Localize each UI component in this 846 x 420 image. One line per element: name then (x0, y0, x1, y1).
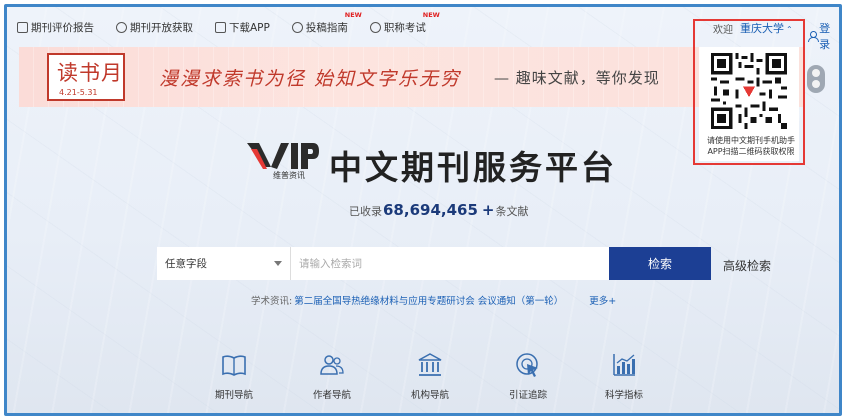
banner-tagline: — 趣味文献，等你发现 (494, 69, 660, 87)
grad-cap-icon (369, 21, 381, 33)
nav-label: 科学指标 (604, 390, 643, 401)
banner-slogan: 漫漫求索书为径 始知文字乐无穷 (159, 68, 462, 90)
search-field-select[interactable]: 任意字段 (157, 247, 291, 280)
news-label: 学术资讯: (251, 296, 293, 307)
author-nav[interactable]: 作者导航 (302, 351, 362, 401)
stamp-date: 4.21-5.31 (59, 88, 98, 97)
nav-label: 投稿指南 (305, 21, 348, 34)
nav-label: 机构导航 (410, 390, 449, 401)
field-selected: 任意字段 (165, 258, 207, 270)
report-icon (17, 21, 28, 33)
search-button[interactable]: 检索 (609, 247, 711, 280)
nav-journal-report[interactable]: 期刊评价报告 (17, 20, 94, 35)
news-more-link[interactable]: 更多+ (589, 293, 616, 307)
cursor-target-icon (516, 353, 538, 377)
chart-icon (613, 354, 635, 376)
count-plus: + (481, 201, 495, 219)
stamp-title: 读书月 (57, 61, 123, 85)
science-indicator-nav[interactable]: 科学指标 (594, 351, 654, 401)
nav-label: 引证追踪 (508, 390, 547, 401)
new-badge: NEW (422, 10, 440, 19)
journal-nav[interactable]: 期刊导航 (204, 351, 264, 401)
logo-subtitle: 维普资讯 (273, 171, 305, 180)
vip-logo-mark-icon (247, 143, 319, 169)
login-label: 登录 (819, 22, 831, 51)
compass-icon (291, 21, 303, 33)
collection-count: 已收录 68,694,465 + 条文献 (349, 201, 528, 219)
new-badge: NEW (344, 10, 362, 19)
scroll-toggle-button[interactable] (807, 65, 825, 93)
institution-nav[interactable]: 机构导航 (400, 351, 460, 401)
people-icon (320, 355, 344, 375)
nav-label: 期刊开放获取 (130, 21, 193, 34)
banner-stamp: 读书月 4.21-5.31 (47, 53, 125, 101)
news-link[interactable]: 第二届全国导热绝缘材料与应用专题研讨会 会议通知（第一轮） (294, 293, 563, 307)
advanced-search-link[interactable]: 高级检索 (723, 257, 771, 274)
nav-open-access[interactable]: 期刊开放获取 (116, 20, 193, 35)
count-number: 68,694,465 (383, 201, 478, 219)
page-frame: 期刊评价报告 期刊开放获取 下载APP 投稿指南 NEW 职称考试 NEW 读书… (4, 4, 842, 416)
nav-label: 期刊导航 (214, 390, 253, 401)
clock-icon (116, 21, 127, 33)
qr-highlight-box (693, 19, 805, 165)
top-nav: 期刊评价报告 期刊开放获取 下载APP 投稿指南 NEW 职称考试 NEW (17, 11, 448, 37)
nav-label: 职称考试 (383, 21, 426, 34)
count-suffix: 条文献 (495, 205, 529, 218)
login-button[interactable]: 登录 (808, 20, 839, 52)
nav-label: 下载APP (229, 21, 270, 34)
institution-icon (418, 353, 442, 376)
citation-tracking-nav[interactable]: 引证追踪 (498, 351, 558, 401)
academic-news: 学术资讯: 第二届全国导热绝缘材料与应用专题研讨会 会议通知（第一轮） 更多+ (251, 293, 616, 307)
nav-title-exam[interactable]: 职称考试 NEW (369, 11, 440, 35)
nav-label: 期刊评价报告 (31, 21, 94, 34)
user-icon (808, 31, 820, 42)
nav-label: 作者导航 (312, 390, 351, 401)
reading-month-banner[interactable]: 读书月 4.21-5.31 漫漫求索书为径 始知文字乐无穷 — 趣味文献，等你发… (19, 47, 803, 107)
nav-download-app[interactable]: 下载APP (215, 20, 270, 35)
download-icon (215, 21, 226, 33)
search-bar: 任意字段 检索 (157, 247, 711, 280)
vip-logo: 维普资讯 (247, 141, 319, 181)
search-input[interactable] (291, 247, 609, 280)
page-title: 中文期刊服务平台 (329, 148, 617, 187)
count-prefix: 已收录 (349, 205, 382, 218)
dropdown-caret-icon (274, 261, 282, 266)
book-icon (222, 355, 246, 376)
nav-submission-guide[interactable]: 投稿指南 NEW (291, 11, 362, 35)
